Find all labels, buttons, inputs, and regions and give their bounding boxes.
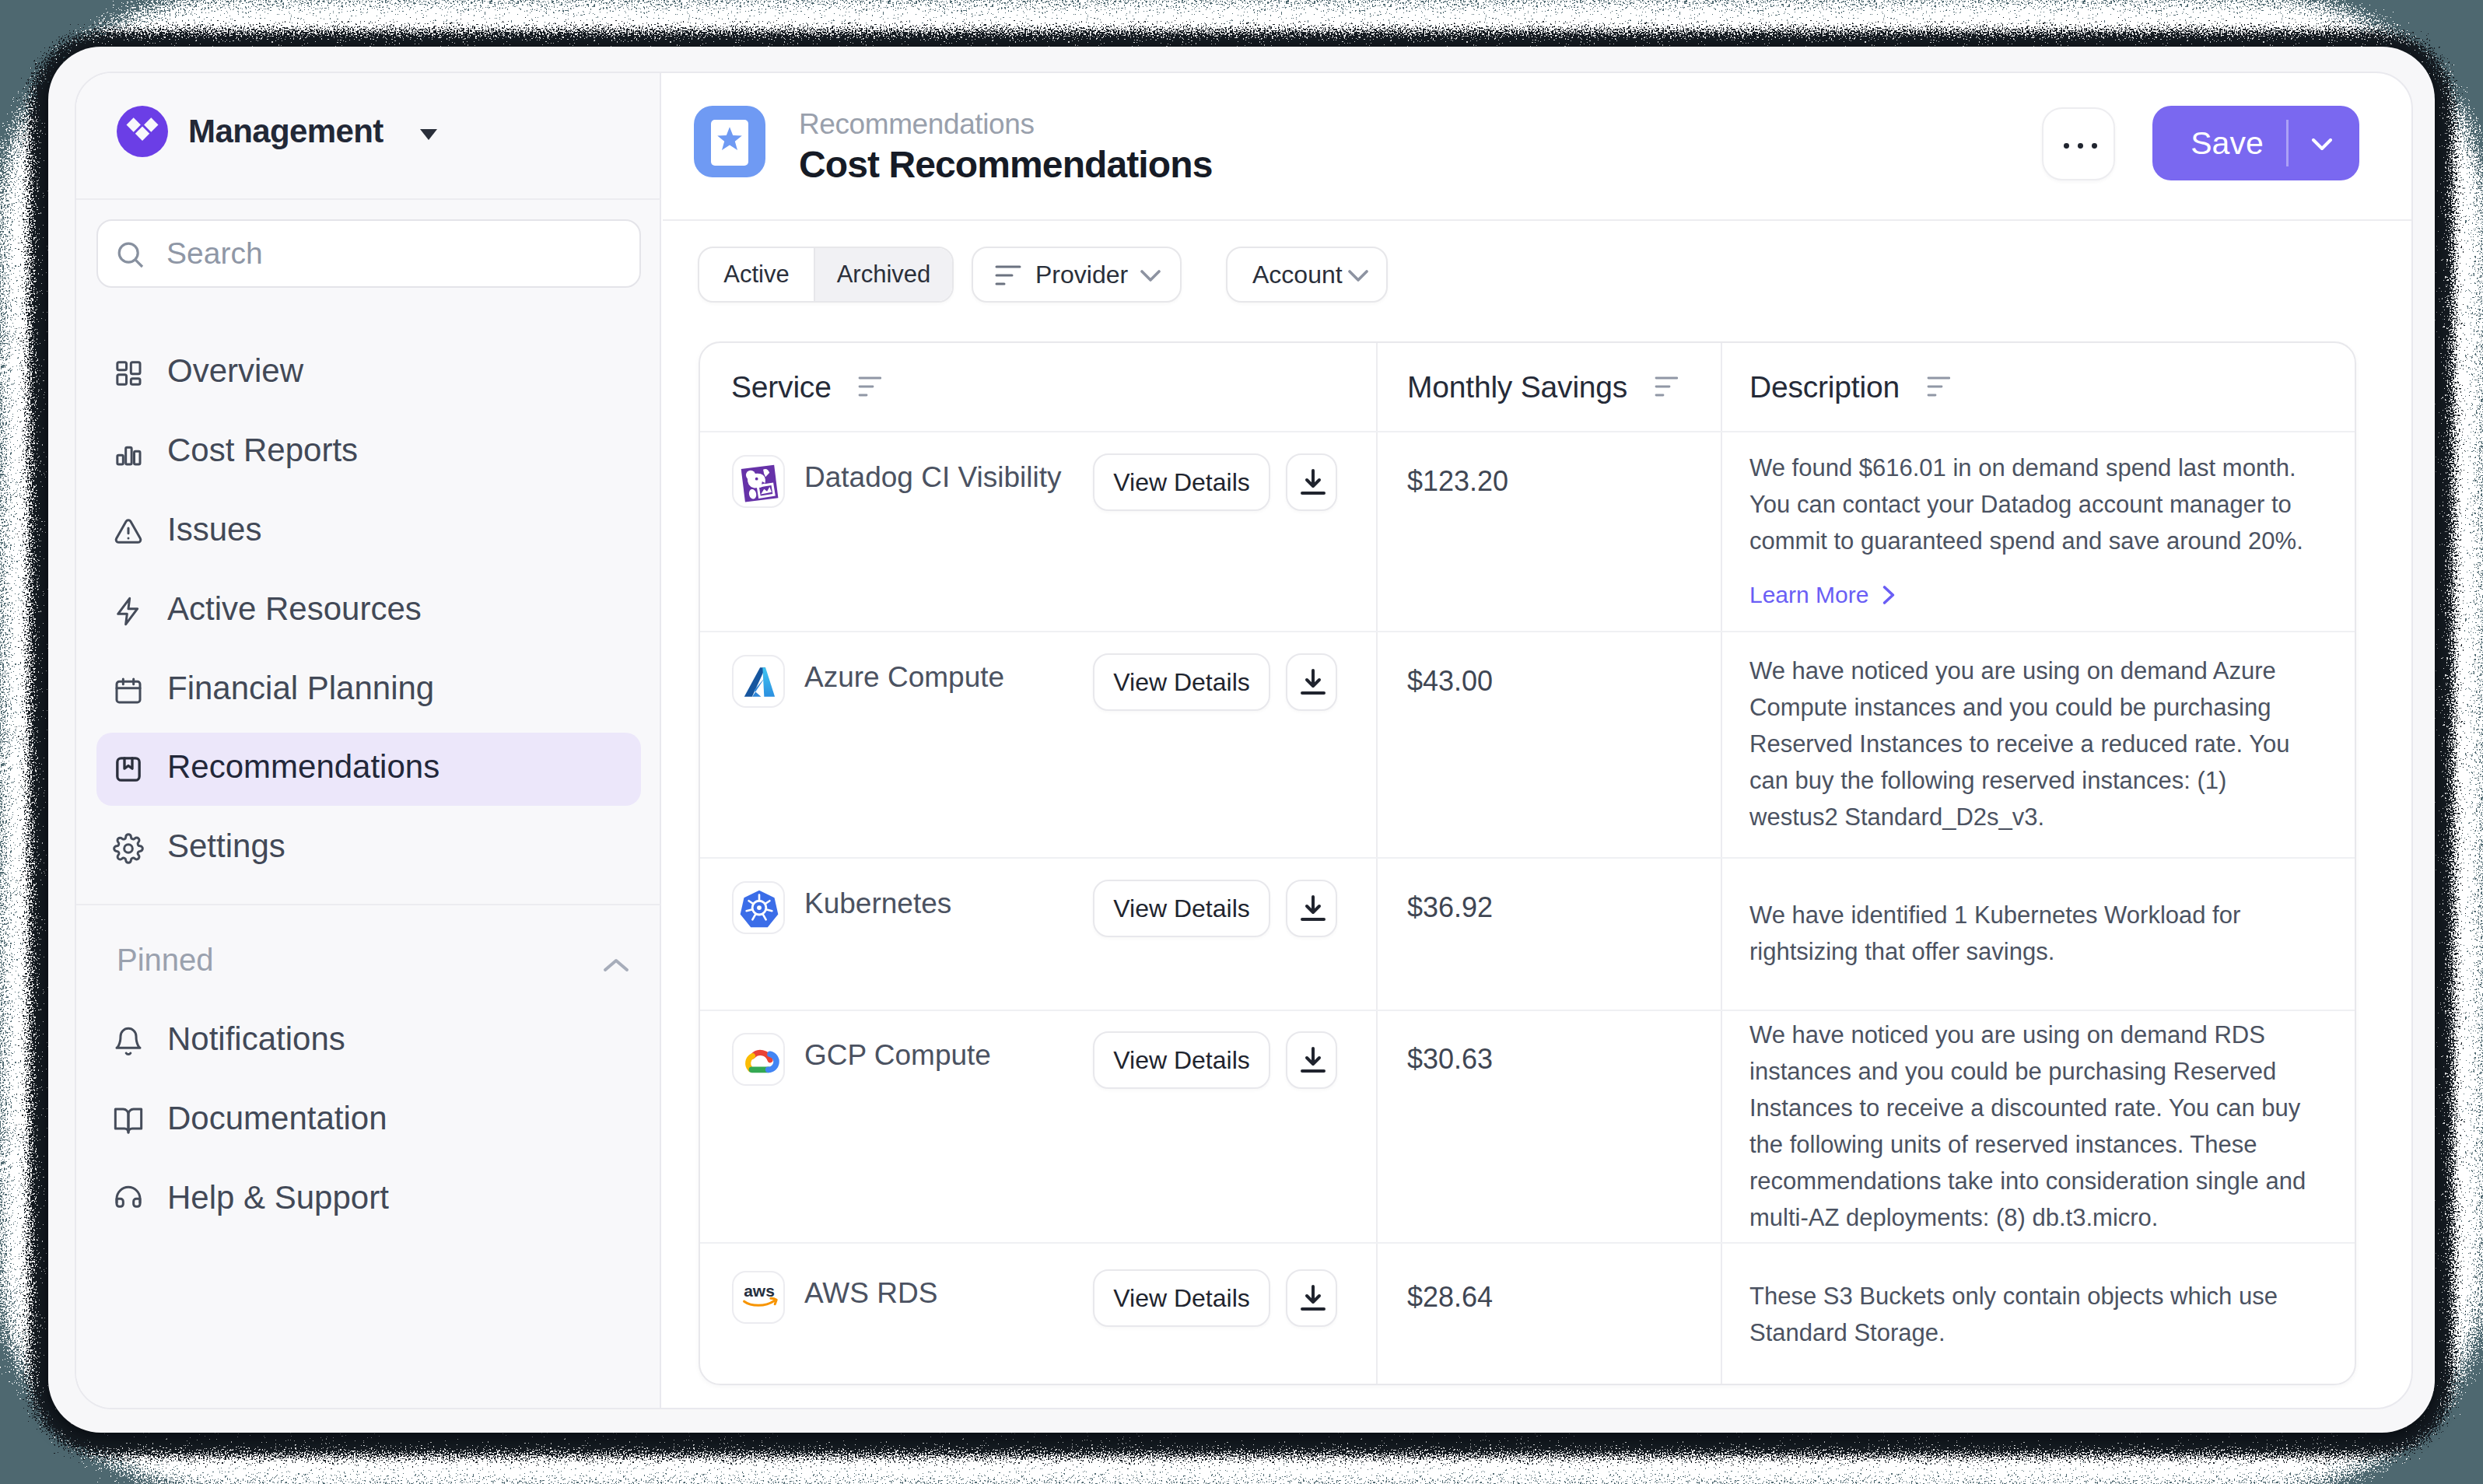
svg-text:aws: aws	[744, 1282, 775, 1300]
